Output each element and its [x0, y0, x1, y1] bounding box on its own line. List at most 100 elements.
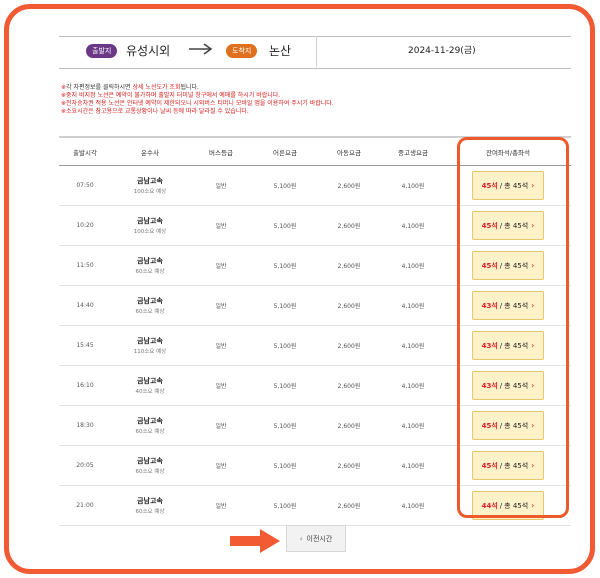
notice-item: ※중지 비지정 노선은 예약이 불가하며 출발지 터미널 창구에서 예매를 하시…	[61, 92, 501, 100]
previous-time-label: 이전시간	[306, 534, 333, 543]
student-fare: 4,100원	[401, 303, 425, 310]
company-name: 금남고속	[137, 457, 163, 465]
company-cell: 금남고속 60소요 예상	[111, 446, 189, 485]
student-fare: 4,100원	[401, 423, 425, 430]
child-fare: 2,600원	[337, 263, 361, 270]
student-fare: 4,100원	[401, 503, 425, 510]
duration: 60소요 예상	[135, 429, 165, 435]
company-cell: 금남고속 110소요 예상	[111, 326, 189, 365]
notice-text: 전자승차권 적용 노선은 인터넷 예약이 제한되오니 시외버스 티머니 모바일 …	[66, 100, 334, 107]
notice-text-end: 됩니다.	[180, 84, 199, 91]
departure-time: 21:00	[76, 502, 94, 509]
bus-grade: 일반	[215, 303, 227, 310]
departure-time: 14:40	[76, 302, 94, 309]
pointer-arrow-icon	[230, 529, 280, 553]
company-name: 금남고속	[137, 217, 163, 225]
notice-item: ※전자승차권 적용 노선은 인터넷 예약이 제한되오니 시외버스 티머니 모바일…	[61, 100, 501, 108]
adult-fare: 5,100원	[273, 423, 297, 430]
notice-item: ※각 차편정보를 클릭하시면 상세 노선도가 조회됩니다.	[61, 84, 501, 92]
company-name: 금남고속	[137, 297, 163, 305]
child-fare: 2,600원	[337, 223, 361, 230]
company-cell: 금남고속 60소요 예상	[111, 486, 189, 525]
company-name: 금남고속	[137, 337, 163, 345]
adult-fare: 5,100원	[273, 383, 297, 390]
notice-highlight: 상세 노선도가 조회	[132, 84, 181, 91]
notice-text: 중지 비지정 노선은 예약이 불가하며 출발지 터미널 창구에서 예매를 하시기…	[66, 92, 281, 99]
seats-column-highlight	[457, 137, 569, 518]
header-divider	[316, 36, 317, 67]
departure-time: 16:10	[76, 382, 94, 389]
duration: 100소요 예상	[133, 229, 167, 235]
departure-time: 11:50	[76, 262, 94, 269]
bus-grade: 일반	[215, 463, 227, 470]
departure-time: 10:20	[76, 222, 94, 229]
child-fare: 2,600원	[337, 423, 361, 430]
travel-date: 2024-11-29(금)	[408, 46, 476, 56]
company-name: 금남고속	[137, 417, 163, 425]
student-fare: 4,100원	[401, 223, 425, 230]
duration: 60소요 예상	[135, 509, 165, 515]
adult-fare: 5,100원	[273, 463, 297, 470]
bus-grade: 일반	[215, 343, 227, 350]
departure-time: 15:45	[76, 342, 94, 349]
bus-grade: 일반	[215, 183, 227, 190]
child-fare: 2,600원	[337, 383, 361, 390]
child-fare: 2,600원	[337, 343, 361, 350]
duration: 100소요 예상	[133, 189, 167, 195]
column-header-student-fare: 중고생요금	[398, 148, 428, 157]
column-header-departure-time: 출발시각	[73, 148, 97, 157]
bus-grade: 일반	[215, 503, 227, 510]
child-fare: 2,600원	[337, 463, 361, 470]
notice-text: 각 차편정보를 클릭하시면	[66, 84, 133, 91]
departure-city: 유성시외	[126, 44, 171, 58]
company-cell: 금남고속 60소요 예상	[111, 286, 189, 325]
student-fare: 4,100원	[401, 183, 425, 190]
bus-grade: 일반	[215, 423, 227, 430]
notice-list: ※각 차편정보를 클릭하시면 상세 노선도가 조회됩니다. ※중지 비지정 노선…	[61, 84, 501, 116]
column-header-adult-fare: 어른요금	[273, 148, 297, 157]
child-fare: 2,600원	[337, 303, 361, 310]
company-cell: 금남고속 100소요 예상	[111, 206, 189, 245]
adult-fare: 5,100원	[273, 223, 297, 230]
chevron-left-icon: ‹	[299, 534, 303, 543]
adult-fare: 5,100원	[273, 303, 297, 310]
adult-fare: 5,100원	[273, 263, 297, 270]
company-cell: 금남고속 40소요 예상	[111, 366, 189, 405]
departure-time: 18:30	[76, 422, 94, 429]
column-header-child-fare: 아동요금	[337, 148, 361, 157]
company-name: 금남고속	[137, 497, 163, 505]
student-fare: 4,100원	[401, 343, 425, 350]
company-name: 금남고속	[137, 257, 163, 265]
arrival-tag: 도착지	[226, 44, 258, 58]
adult-fare: 5,100원	[273, 503, 297, 510]
company-cell: 금남고속 60소요 예상	[111, 406, 189, 445]
child-fare: 2,600원	[337, 503, 361, 510]
duration: 60소요 예상	[135, 269, 165, 275]
bus-grade: 일반	[215, 263, 227, 270]
company-cell: 금남고속 100소요 예상	[111, 166, 189, 205]
child-fare: 2,600원	[337, 183, 361, 190]
departure-time: 20:05	[76, 462, 94, 469]
company-cell: 금남고속 60소요 예상	[111, 246, 189, 285]
bus-grade: 일반	[215, 383, 227, 390]
notice-item: ※소요시간은 참고용으로 교통상황이나 날씨 등에 따라 달라질 수 있습니다.	[61, 108, 501, 116]
duration: 40소요 예상	[135, 389, 165, 395]
duration: 60소요 예상	[135, 469, 165, 475]
student-fare: 4,100원	[401, 263, 425, 270]
adult-fare: 5,100원	[273, 183, 297, 190]
bus-grade: 일반	[215, 223, 227, 230]
departure-time: 07:50	[76, 182, 94, 189]
company-name: 금남고속	[137, 177, 163, 185]
notice-text: 소요시간은 참고용으로 교통상황이나 날씨 등에 따라 달라질 수 있습니다.	[66, 108, 249, 115]
column-header-bus-grade: 버스등급	[209, 148, 233, 157]
departure-tag: 출발지	[86, 44, 118, 58]
duration: 60소요 예상	[135, 309, 165, 315]
route-arrow-icon	[189, 43, 213, 55]
student-fare: 4,100원	[401, 383, 425, 390]
duration: 110소요 예상	[133, 349, 167, 355]
previous-time-button[interactable]: ‹ 이전시간	[286, 525, 346, 552]
company-name: 금남고속	[137, 377, 163, 385]
arrival-city: 논산	[269, 44, 292, 58]
column-header-company: 운수사	[141, 148, 159, 157]
student-fare: 4,100원	[401, 463, 425, 470]
